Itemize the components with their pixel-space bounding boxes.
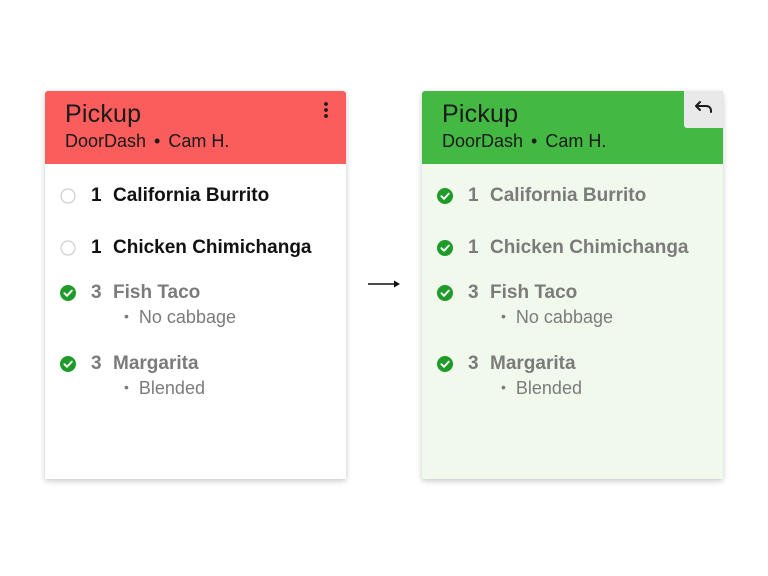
- check-circle-icon[interactable]: [437, 356, 453, 372]
- item-name: Chicken Chimichanga: [113, 237, 312, 258]
- meta-separator: •: [154, 131, 161, 151]
- order-type-title: Pickup: [442, 100, 519, 128]
- check-circle-icon[interactable]: [60, 356, 76, 372]
- modifier-text: No cabbage: [515, 307, 613, 327]
- check-circle-icon[interactable]: [437, 240, 453, 256]
- ticket-header: Pickup DoorDash • Cam H.: [422, 91, 723, 164]
- item-quantity: 3: [468, 353, 479, 374]
- modifier-bullet: •: [124, 379, 129, 395]
- delivery-service: DoorDash: [442, 131, 524, 151]
- modifier-text: Blended: [138, 378, 205, 398]
- order-meta: DoorDash • Cam H.: [442, 129, 723, 153]
- item-quantity: 3: [91, 353, 102, 374]
- modifier-text: No cabbage: [138, 307, 236, 327]
- item-quantity: 1: [91, 237, 102, 258]
- modifier-bullet: •: [501, 308, 506, 324]
- unchecked-circle-icon[interactable]: [60, 240, 76, 256]
- meta-separator: •: [531, 131, 538, 151]
- item-modifier: • Blended: [501, 374, 582, 403]
- item-name: California Burrito: [113, 185, 270, 206]
- modifier-bullet: •: [501, 379, 506, 395]
- item-quantity: 1: [91, 185, 102, 206]
- order-ticket-pending[interactable]: Pickup DoorDash • Cam H. 1 California Burr…: [45, 91, 346, 479]
- check-circle-icon[interactable]: [437, 285, 453, 301]
- item-quantity: 3: [468, 282, 479, 303]
- customer-name: Cam H.: [168, 131, 230, 151]
- item-modifier: • No cabbage: [501, 303, 613, 332]
- item-modifier: • Blended: [124, 374, 205, 403]
- ticket-comparison: Pickup DoorDash • Cam H. 1 California Burr…: [0, 0, 768, 576]
- arrow-right-icon: [368, 277, 402, 291]
- item-name: California Burrito: [490, 185, 647, 206]
- delivery-service: DoorDash: [65, 131, 147, 151]
- item-name: Chicken Chimichanga: [490, 237, 689, 258]
- check-circle-icon[interactable]: [60, 285, 76, 301]
- item-quantity: 3: [91, 282, 102, 303]
- order-meta: DoorDash • Cam H.: [65, 129, 346, 153]
- unchecked-circle-icon[interactable]: [60, 188, 76, 204]
- item-modifier: • No cabbage: [124, 303, 236, 332]
- undo-button[interactable]: [684, 91, 723, 128]
- customer-name: Cam H.: [545, 131, 607, 151]
- item-quantity: 1: [468, 185, 479, 206]
- order-type-title: Pickup: [65, 100, 142, 128]
- ticket-header: Pickup DoorDash • Cam H.: [45, 91, 346, 164]
- check-circle-icon[interactable]: [437, 188, 453, 204]
- modifier-bullet: •: [124, 308, 129, 324]
- item-quantity: 1: [468, 237, 479, 258]
- more-vertical-icon[interactable]: [320, 101, 332, 119]
- undo-icon: [694, 99, 714, 120]
- modifier-text: Blended: [515, 378, 582, 398]
- order-ticket-complete[interactable]: Pickup DoorDash • Cam H. 1 California Bu…: [422, 91, 723, 479]
